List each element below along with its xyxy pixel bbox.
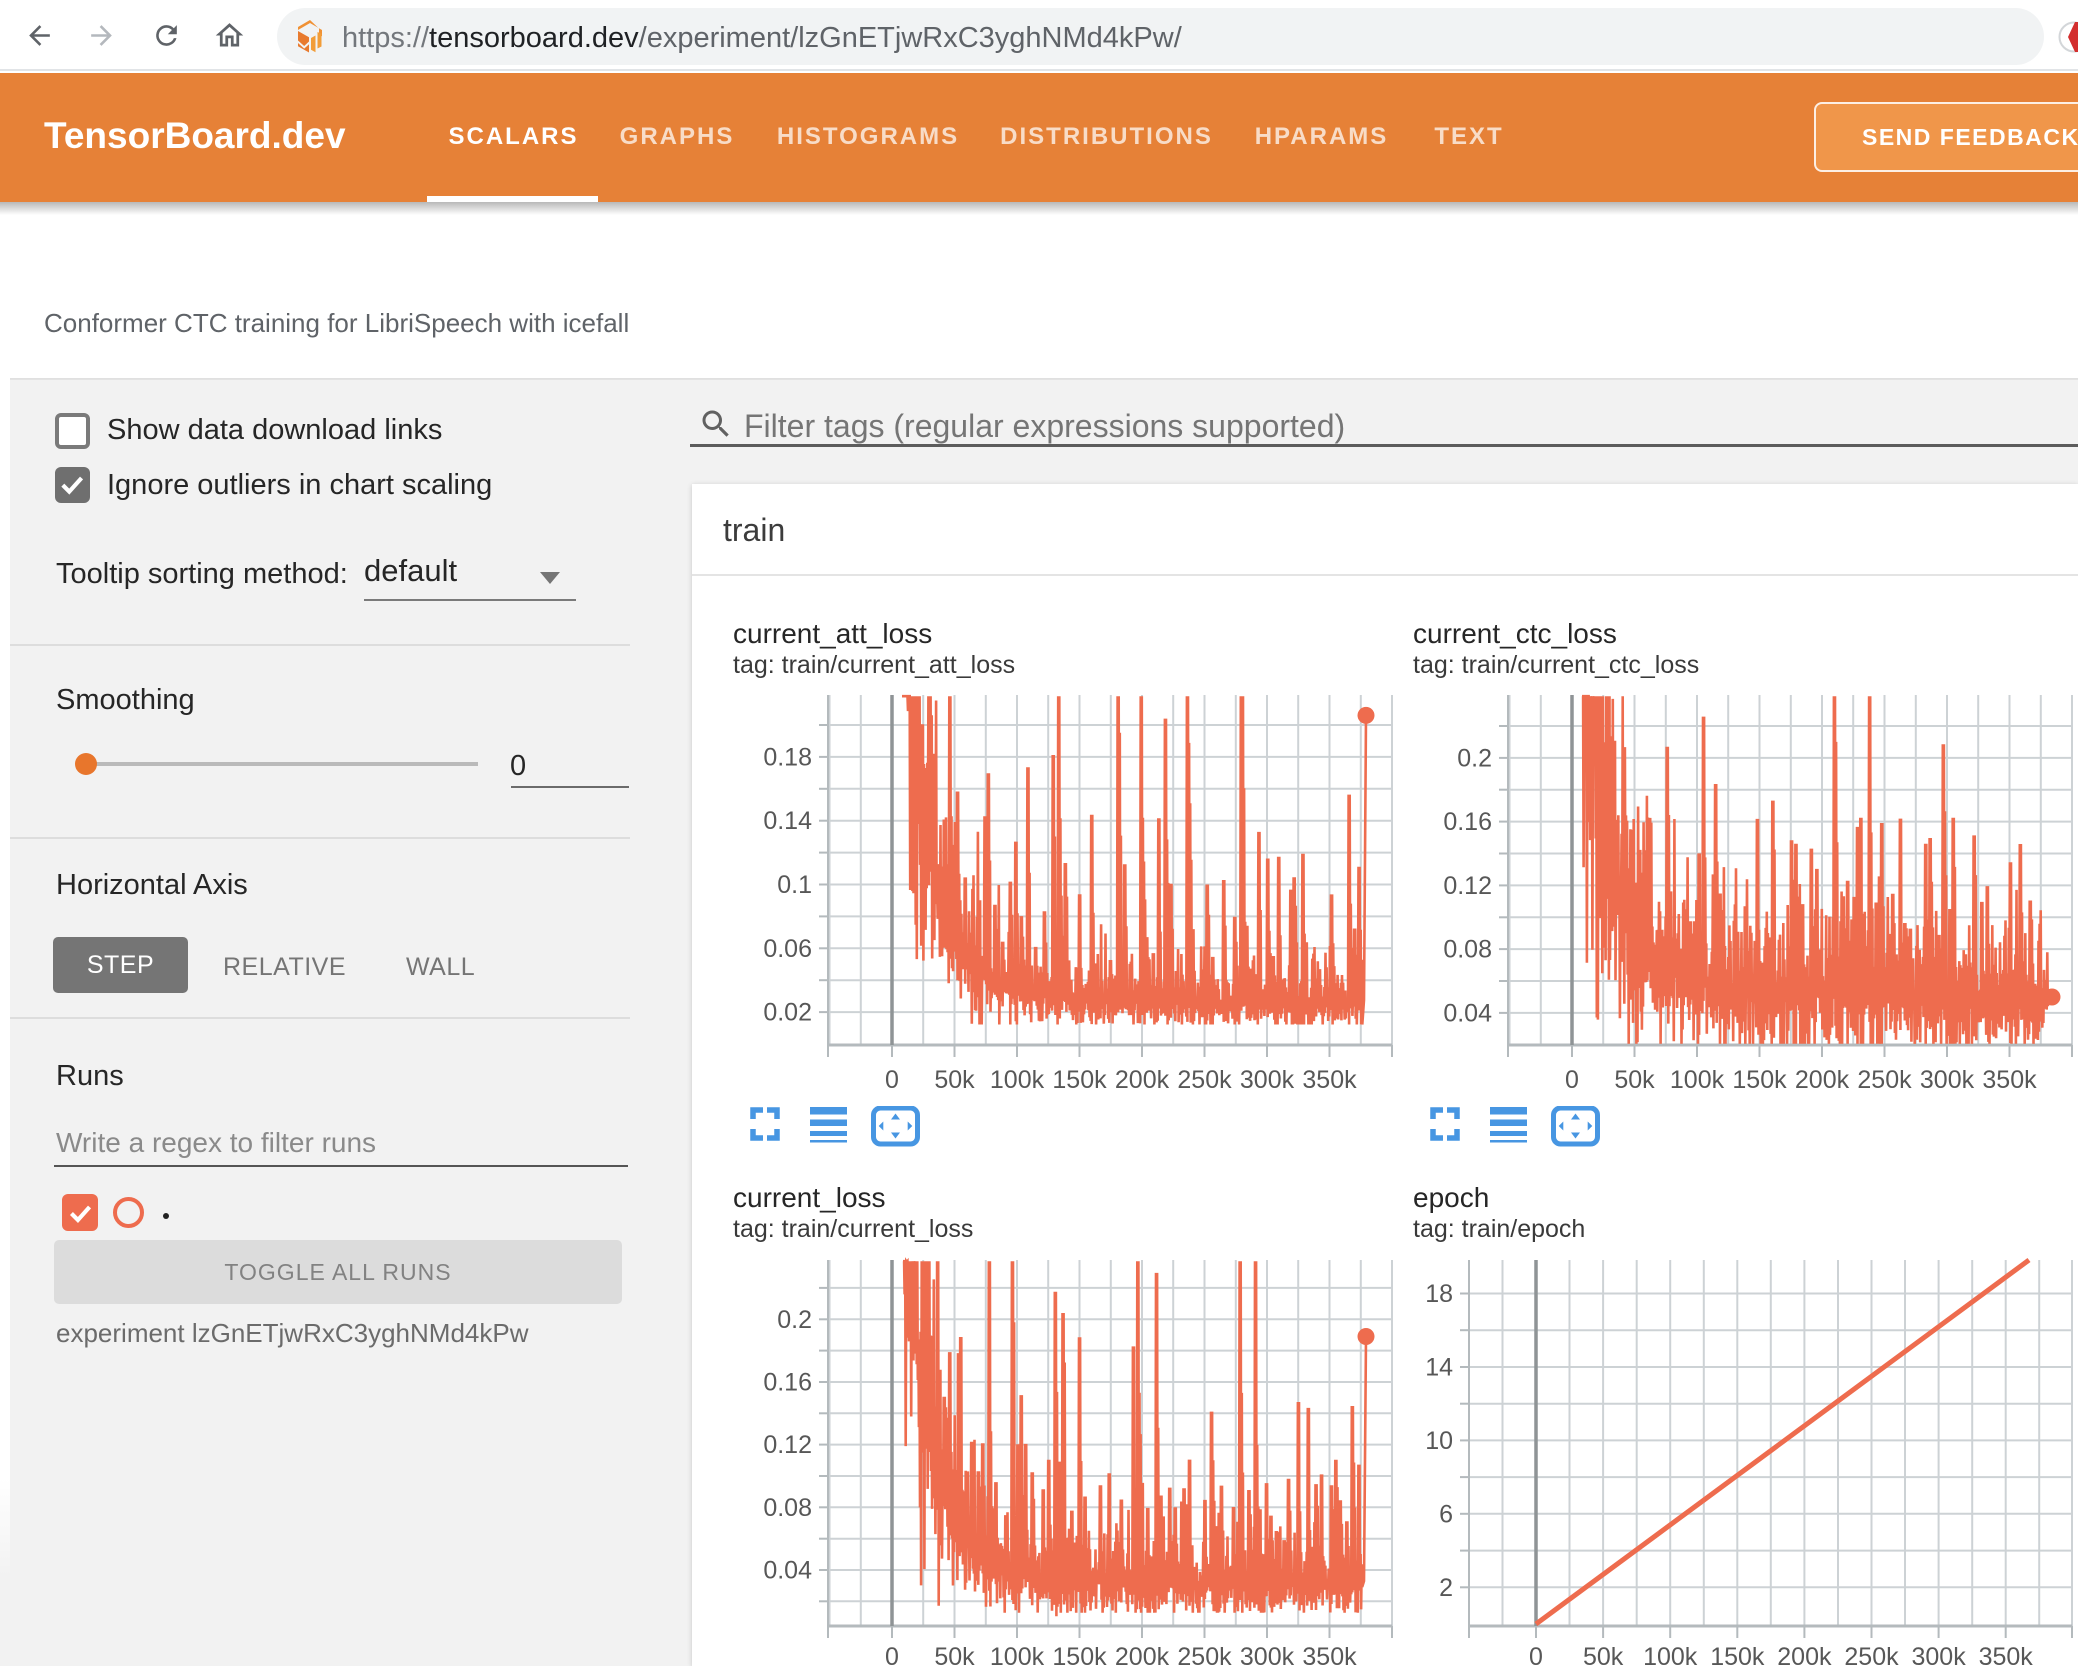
- svg-text:250k: 250k: [1857, 1066, 1912, 1094]
- svg-text:0.08: 0.08: [1443, 936, 1492, 964]
- svg-text:250k: 250k: [1844, 1643, 1899, 1666]
- svg-text:150k: 150k: [1732, 1066, 1787, 1094]
- svg-text:0.12: 0.12: [1443, 872, 1492, 900]
- svg-text:300k: 300k: [1920, 1066, 1975, 1094]
- svg-text:0: 0: [885, 1643, 899, 1666]
- svg-text:0.04: 0.04: [1443, 999, 1492, 1027]
- svg-text:0.04: 0.04: [763, 1557, 812, 1585]
- svg-text:0.08: 0.08: [763, 1494, 812, 1522]
- svg-text:200k: 200k: [1795, 1066, 1850, 1094]
- svg-text:250k: 250k: [1177, 1643, 1232, 1666]
- svg-text:100k: 100k: [990, 1066, 1045, 1094]
- svg-text:350k: 350k: [1302, 1066, 1357, 1094]
- svg-text:250k: 250k: [1177, 1066, 1232, 1094]
- svg-text:100k: 100k: [1643, 1643, 1698, 1666]
- svg-text:0.16: 0.16: [1443, 808, 1492, 836]
- svg-text:300k: 300k: [1911, 1643, 1966, 1666]
- svg-text:50k: 50k: [1614, 1066, 1655, 1094]
- svg-text:200k: 200k: [1777, 1643, 1832, 1666]
- svg-text:50k: 50k: [1583, 1643, 1624, 1666]
- svg-text:0.1: 0.1: [777, 871, 812, 899]
- svg-text:200k: 200k: [1115, 1643, 1170, 1666]
- svg-text:10: 10: [1425, 1427, 1453, 1455]
- svg-text:0.2: 0.2: [1457, 744, 1492, 772]
- svg-text:0.18: 0.18: [763, 743, 812, 771]
- svg-text:100k: 100k: [990, 1643, 1045, 1666]
- svg-text:0.16: 0.16: [763, 1369, 812, 1397]
- svg-text:0.12: 0.12: [763, 1431, 812, 1459]
- svg-text:0: 0: [1565, 1066, 1579, 1094]
- svg-text:150k: 150k: [1710, 1643, 1765, 1666]
- svg-text:18: 18: [1425, 1280, 1453, 1308]
- svg-text:0: 0: [1529, 1643, 1543, 1666]
- svg-text:6: 6: [1439, 1500, 1453, 1528]
- svg-text:350k: 350k: [1979, 1643, 2034, 1666]
- svg-text:300k: 300k: [1240, 1643, 1295, 1666]
- svg-text:350k: 350k: [1982, 1066, 2037, 1094]
- svg-text:0.06: 0.06: [763, 935, 812, 963]
- svg-text:0.2: 0.2: [777, 1306, 812, 1334]
- svg-text:150k: 150k: [1052, 1066, 1107, 1094]
- svg-text:350k: 350k: [1302, 1643, 1357, 1666]
- svg-text:200k: 200k: [1115, 1066, 1170, 1094]
- svg-text:150k: 150k: [1052, 1643, 1107, 1666]
- svg-text:0.02: 0.02: [763, 999, 812, 1027]
- svg-text:50k: 50k: [934, 1066, 975, 1094]
- svg-text:14: 14: [1425, 1354, 1453, 1382]
- svg-text:0.14: 0.14: [763, 807, 812, 835]
- svg-text:100k: 100k: [1670, 1066, 1725, 1094]
- svg-text:0: 0: [885, 1066, 899, 1094]
- svg-text:2: 2: [1439, 1574, 1453, 1602]
- svg-text:50k: 50k: [934, 1643, 975, 1666]
- svg-text:300k: 300k: [1240, 1066, 1295, 1094]
